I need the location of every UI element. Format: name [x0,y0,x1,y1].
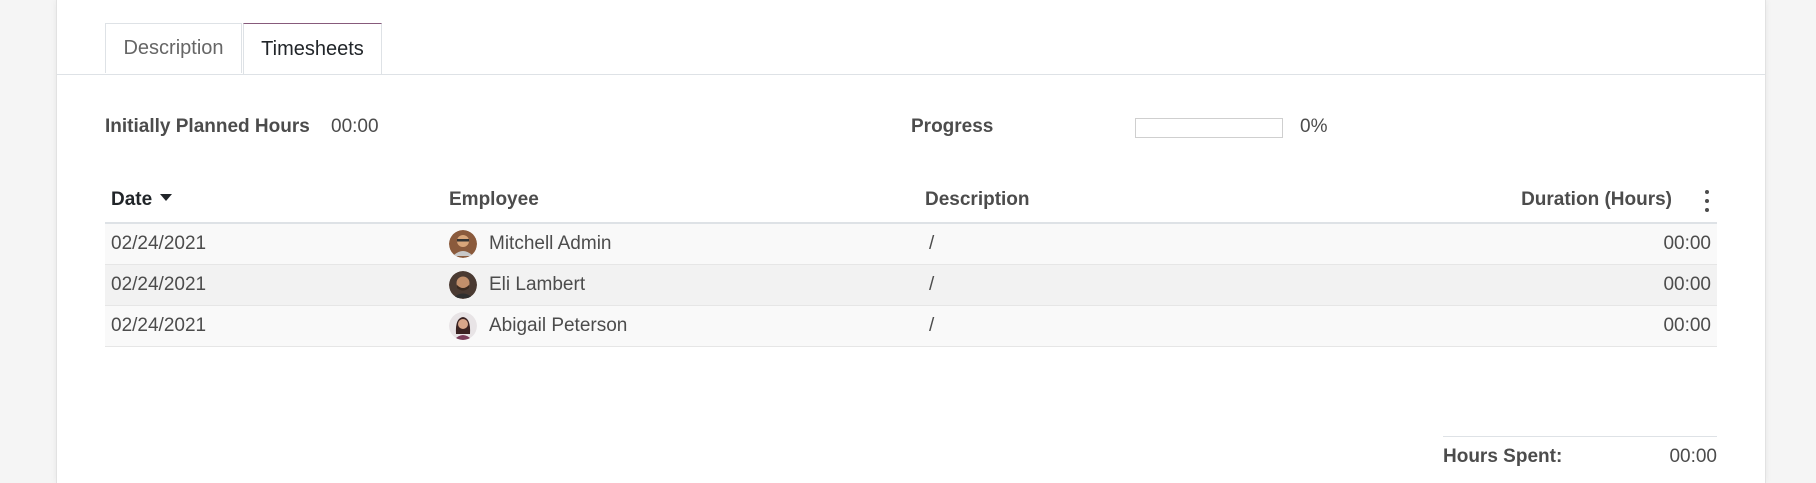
planned-hours-label: Initially Planned Hours [105,116,310,137]
row-employee-name: Eli Lambert [489,274,586,295]
tab-timesheets[interactable]: Timesheets [243,23,382,74]
avatar [449,271,477,299]
row-employee[interactable]: Mitchell Admin [449,224,612,264]
row-duration: 00:00 [1663,274,1711,295]
tab-description[interactable]: Description [105,23,242,73]
hours-spent-value: 00:00 [1669,446,1717,467]
row-duration: 00:00 [1663,315,1711,336]
avatar [449,312,477,340]
notebook-tabs: Description Timesheets [57,0,1765,75]
table-header: Date Employee Description Duration (Hour… [105,180,1717,224]
table-row[interactable]: 02/24/2021 Eli Lambert / 00:00 [105,265,1717,306]
column-header-description[interactable]: Description [925,189,1030,211]
column-header-date[interactable]: Date [111,189,173,211]
row-description: / [929,274,935,295]
progress-label: Progress [911,116,994,137]
row-description: / [929,315,935,336]
column-header-date-label: Date [111,189,153,210]
row-date: 02/24/2021 [111,315,207,336]
column-header-employee-label: Employee [449,189,539,210]
table-row[interactable]: 02/24/2021 Mitchell Admin / 00:00 [105,224,1717,265]
hours-spent-total: Hours Spent: 00:00 [1443,436,1717,477]
timesheet-table: Date Employee Description Duration (Hour… [105,180,1717,347]
avatar [449,230,477,258]
row-description: / [929,233,935,254]
kebab-menu-icon[interactable] [1703,190,1711,212]
row-employee-name: Mitchell Admin [489,233,612,254]
column-header-description-label: Description [925,189,1030,210]
progress-value: 0% [1300,116,1328,137]
tab-description-label: Description [123,37,224,59]
caret-down-icon [160,194,173,202]
form-sheet: Description Timesheets Initially Planned… [56,0,1766,483]
planned-hours-value: 00:00 [331,116,379,137]
row-employee-name: Abigail Peterson [489,315,628,336]
column-header-employee[interactable]: Employee [449,189,539,211]
row-date: 02/24/2021 [111,274,207,295]
hours-spent-label: Hours Spent: [1443,446,1563,467]
row-employee[interactable]: Abigail Peterson [449,306,627,346]
row-duration: 00:00 [1663,233,1711,254]
table-row[interactable]: 02/24/2021 Abigail Peterson / 00:00 [105,306,1717,347]
row-employee[interactable]: Eli Lambert [449,265,585,305]
column-header-duration[interactable]: Duration (Hours) [1521,189,1672,211]
row-date: 02/24/2021 [111,233,207,254]
tab-timesheets-label: Timesheets [261,37,364,60]
progress-bar [1135,118,1283,138]
column-header-duration-label: Duration (Hours) [1521,189,1672,210]
